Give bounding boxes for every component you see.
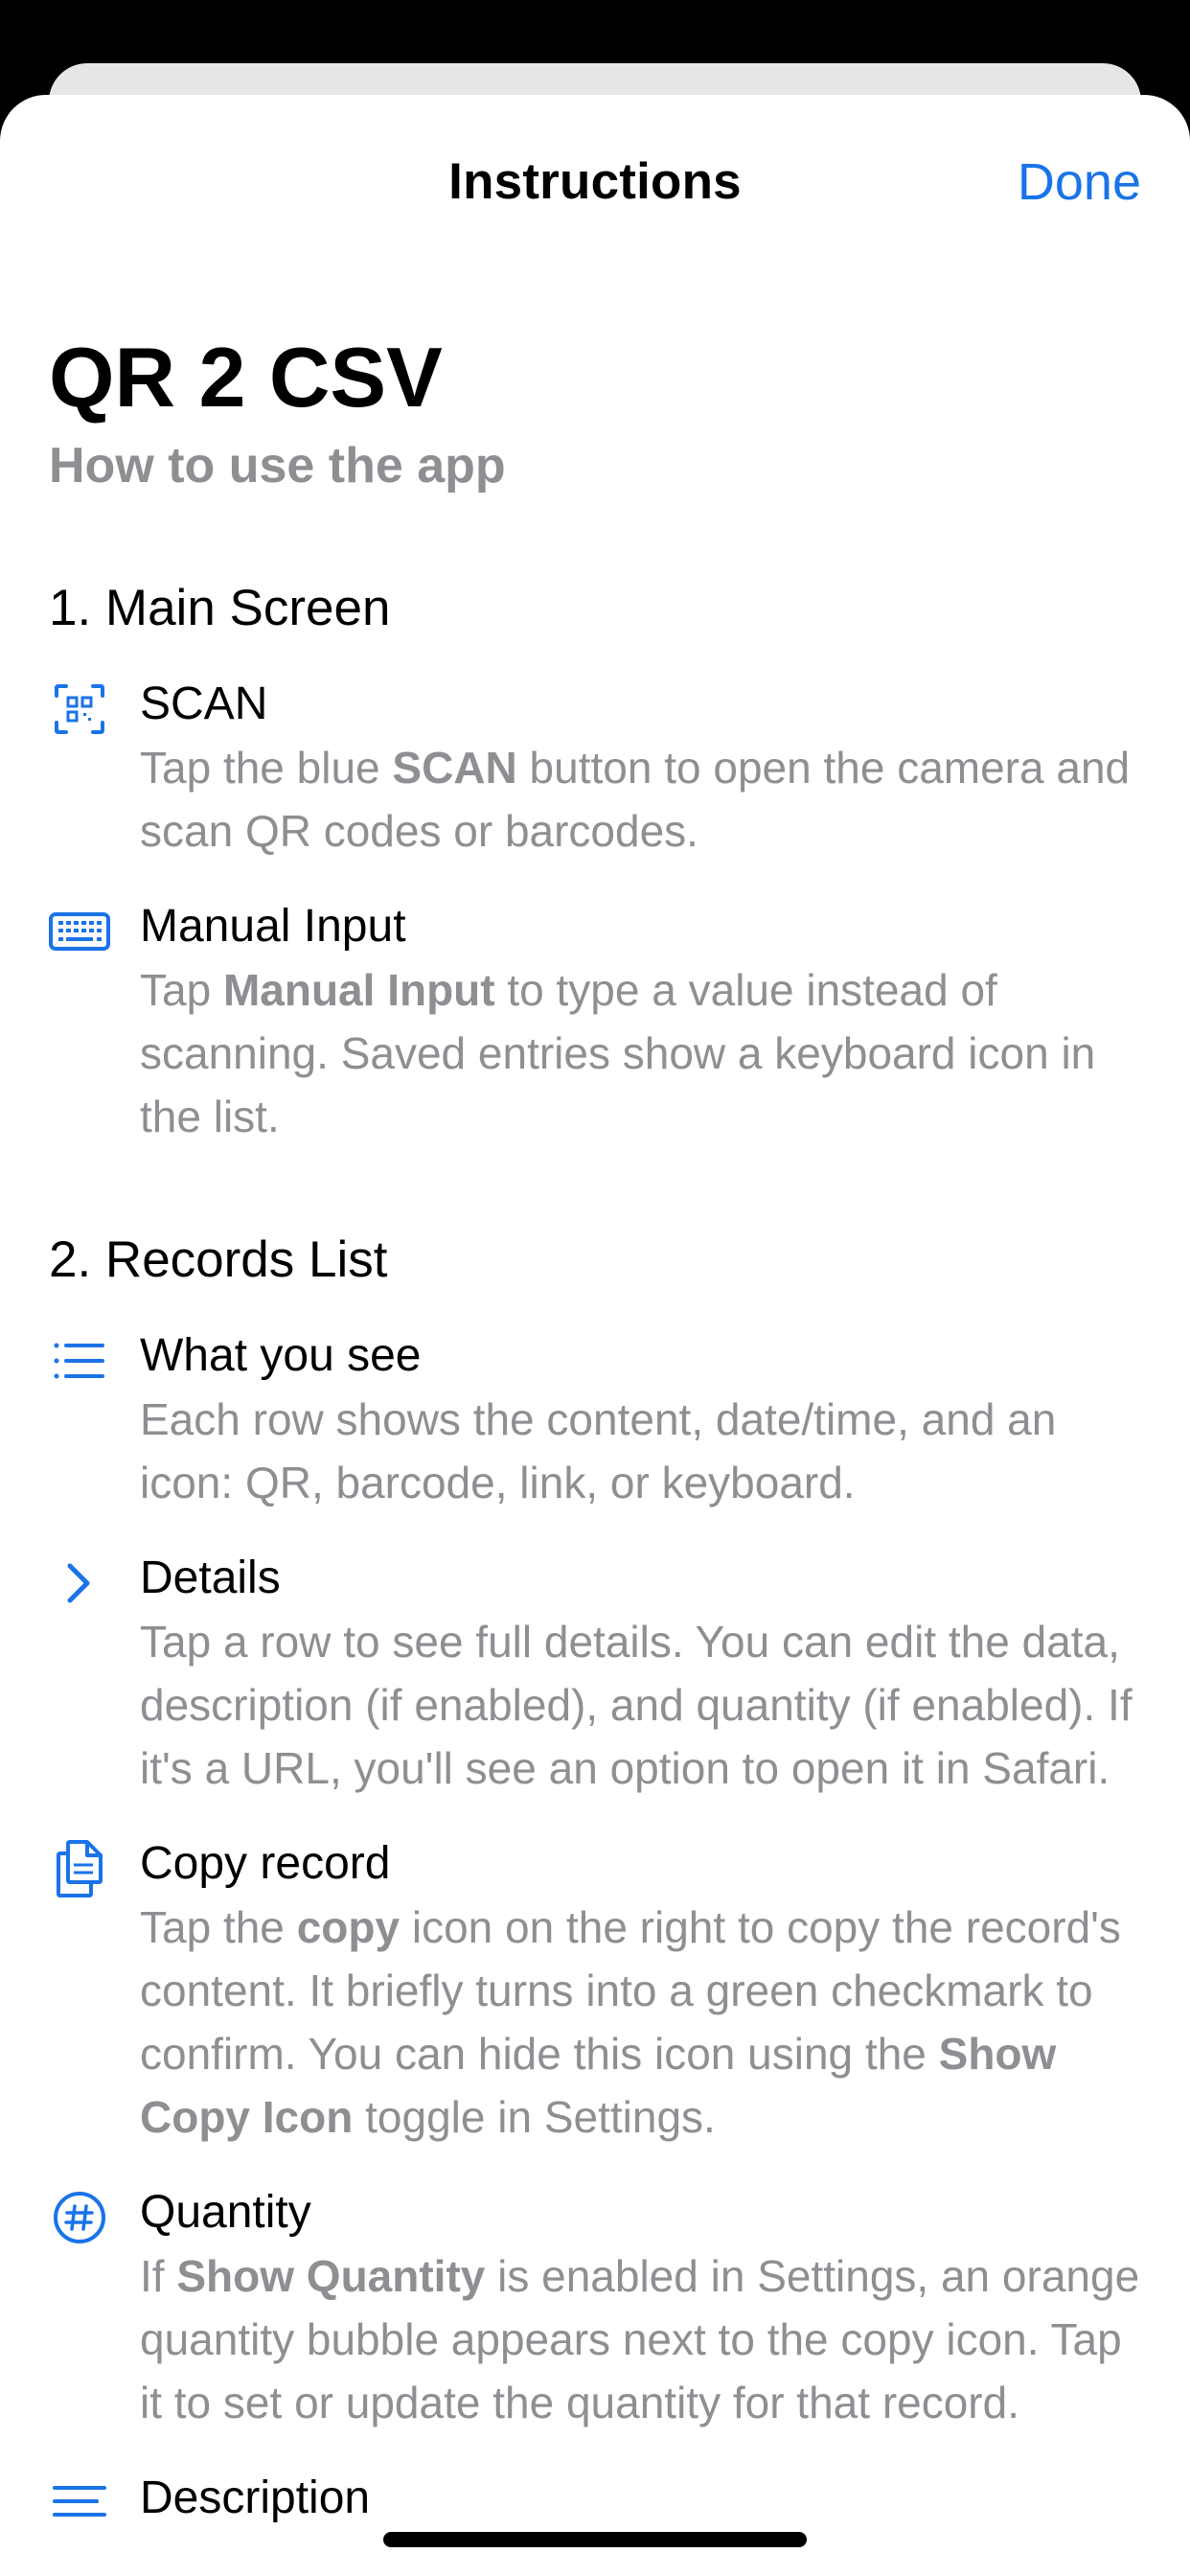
emphasized-text: copy (296, 1902, 400, 1952)
item-title-scan: SCAN (140, 678, 268, 729)
instruction-item-what-you-see: What you see Each row shows the content,… (49, 1324, 1151, 1514)
item-desc-details: Tap a row to see full details. You can e… (140, 1617, 1133, 1793)
item-title-quantity: Quantity (140, 2187, 311, 2238)
app-subtitle: How to use the app (49, 438, 506, 494)
chevron-right-icon (49, 1552, 110, 1614)
keyboard-icon (49, 901, 110, 962)
item-title-what-you-see: What you see (140, 1330, 422, 1381)
item-desc-scan: Tap the blue SCAN button to open the cam… (140, 743, 1131, 856)
item-title-description: Description (140, 2472, 371, 2523)
emphasized-text: Show Copy Icon (140, 2029, 1057, 2142)
emphasized-text: SCAN (392, 743, 517, 793)
item-title-details: Details (140, 1552, 281, 1603)
item-desc-manual-input: Tap Manual Input to type a value instead… (140, 965, 1096, 1141)
instruction-item-scan: SCAN Tap the blue SCAN button to open th… (49, 673, 1151, 862)
item-desc-what-you-see: Each row shows the content, date/time, a… (140, 1394, 1057, 1507)
emphasized-text: Show Quantity (176, 2251, 486, 2301)
instructions-sheet: Instructions Done QR 2 CSV How to use th… (0, 95, 1190, 2576)
item-title-manual-input: Manual Input (140, 901, 406, 952)
emphasized-text: Manual Input (222, 965, 495, 1015)
instruction-item-quantity: Quantity If Show Quantity is enabled in … (49, 2181, 1151, 2434)
item-desc-copy-record: Tap the copy icon on the right to copy t… (140, 1902, 1121, 2142)
qr-scan-icon (49, 678, 110, 740)
instructions-content: QR 2 CSV How to use the app 1. Main Scre… (49, 320, 1151, 2530)
item-title-copy-record: Copy record (140, 1838, 391, 1889)
copy-icon (49, 1838, 110, 1899)
instruction-item-manual-input: Manual Input Tap Manual Input to type a … (49, 895, 1151, 1148)
nav-title: Instructions (448, 153, 742, 210)
done-button[interactable]: Done (1018, 152, 1141, 212)
home-indicator (383, 2532, 807, 2547)
instruction-item-copy-record: Copy record Tap the copy icon on the rig… (49, 1832, 1151, 2149)
number-circle-icon (49, 2187, 110, 2248)
text-lines-icon (49, 2472, 110, 2534)
app-title: QR 2 CSV (49, 330, 443, 425)
item-desc-quantity: If Show Quantity is enabled in Settings,… (140, 2251, 1140, 2427)
section-title-main-screen: 1. Main Screen (49, 580, 391, 636)
instruction-item-description: Description (49, 2467, 1151, 2530)
list-icon (49, 1330, 110, 1392)
section-title-records-list: 2. Records List (49, 1231, 388, 1288)
instruction-item-details: Details Tap a row to see full details. Y… (49, 1547, 1151, 1800)
